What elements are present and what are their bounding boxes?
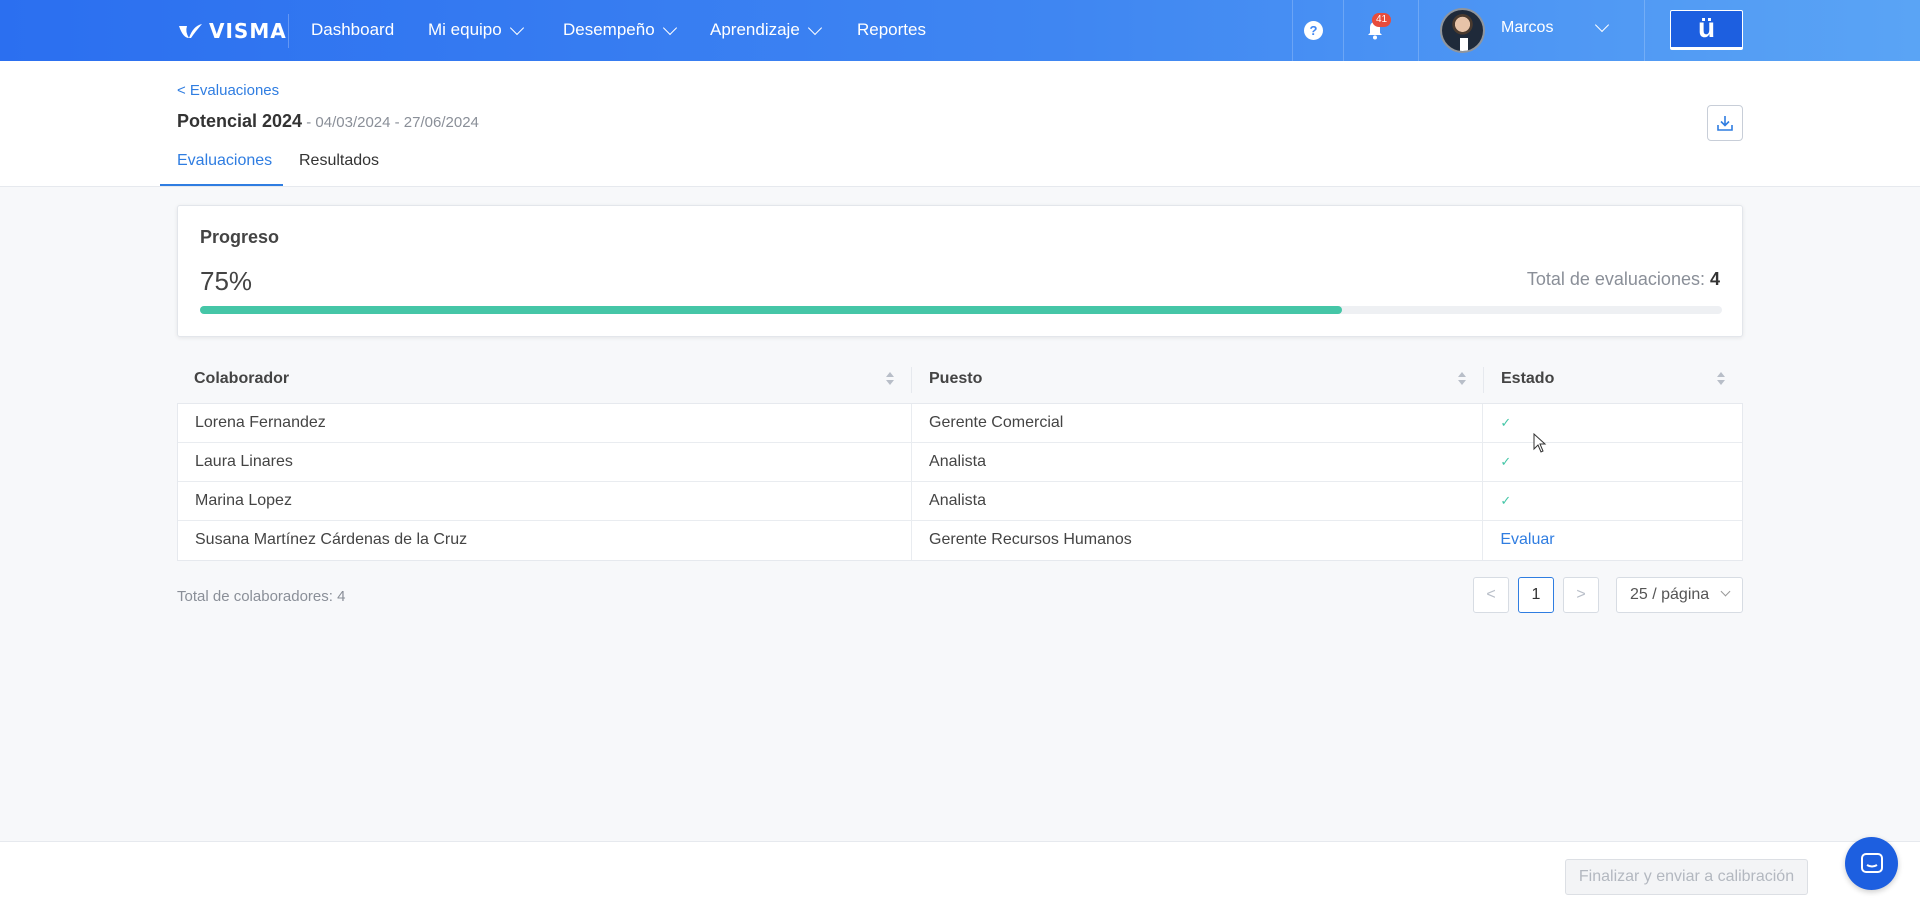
nav-desempeno[interactable]: Desempeño	[563, 20, 677, 40]
nav-divider	[1418, 0, 1419, 61]
table-body: Lorena Fernandez Gerente Comercial ✓ Lau…	[177, 403, 1743, 561]
evaluation-name: Potencial 2024	[177, 111, 303, 131]
download-icon	[1717, 116, 1733, 131]
cell-puesto: Gerente Comercial	[912, 404, 1484, 442]
active-tab-indicator	[160, 184, 283, 186]
cell-estado: ✓	[1483, 443, 1742, 481]
nav-dashboard-label: Dashboard	[311, 20, 395, 39]
table-row: Susana Martínez Cárdenas de la Cruz Gere…	[178, 521, 1742, 560]
finalize-button[interactable]: Finalizar y enviar a calibración	[1565, 859, 1808, 895]
nav-mi-equipo-label: Mi equipo	[428, 20, 502, 39]
help-icon[interactable]: ?	[1304, 21, 1323, 40]
column-header-label: Colaborador	[194, 370, 290, 387]
cell-estado: ✓	[1483, 404, 1742, 442]
column-header-colaborador[interactable]: Colaborador	[177, 357, 912, 403]
cell-puesto: Analista	[912, 443, 1484, 481]
total-evaluations-label: Total de evaluaciones:	[1526, 269, 1705, 289]
download-button[interactable]	[1707, 105, 1743, 141]
nav-divider	[1343, 0, 1344, 61]
total-evaluations: Total de evaluaciones: 4	[1527, 269, 1720, 290]
table-header: Colaborador Puesto Estado	[177, 357, 1743, 403]
page-footer: Finalizar y enviar a calibración	[0, 841, 1920, 910]
nav-desempeno-label: Desempeño	[563, 20, 655, 39]
chevron-down-icon	[509, 20, 524, 35]
mouse-cursor-icon	[1533, 433, 1547, 453]
nav-divider	[1292, 0, 1293, 61]
nav-aprendizaje[interactable]: Aprendizaje	[710, 20, 822, 40]
table-row: Laura Linares Analista ✓	[178, 443, 1742, 482]
cell-colaborador: Marina Lopez	[178, 482, 913, 520]
evaluations-table: Colaborador Puesto Estado Lorena Fernand…	[177, 357, 1743, 561]
progress-percent: 75%	[200, 266, 253, 296]
column-header-estado[interactable]: Estado	[1484, 357, 1743, 403]
cell-puesto: Gerente Recursos Humanos	[912, 521, 1484, 560]
evaluation-dates: - 04/03/2024 - 27/06/2024	[302, 114, 479, 131]
nav-dashboard[interactable]: Dashboard	[311, 20, 394, 40]
total-evaluations-value: 4	[1709, 269, 1720, 289]
cell-estado: Evaluar	[1483, 521, 1742, 560]
nav-mi-equipo[interactable]: Mi equipo	[428, 20, 524, 40]
pagination-page-1[interactable]: 1	[1518, 577, 1554, 613]
page-size-select[interactable]: 25 / página	[1616, 577, 1743, 613]
user-name[interactable]: Marcos	[1501, 19, 1553, 37]
progress-bar-track	[200, 306, 1722, 314]
check-icon: ✓	[1500, 454, 1512, 469]
visma-logo[interactable]: VISMA	[177, 19, 287, 43]
table-row: Marina Lopez Analista ✓	[178, 482, 1742, 521]
cell-colaborador: Susana Martínez Cárdenas de la Cruz	[178, 521, 913, 560]
nav-reportes[interactable]: Reportes	[857, 20, 926, 40]
nav-aprendizaje-label: Aprendizaje	[710, 20, 800, 39]
tab-resultados[interactable]: Resultados	[299, 152, 379, 170]
sort-icon[interactable]	[1717, 372, 1725, 386]
evaluar-link[interactable]: Evaluar	[1500, 531, 1554, 548]
progress-card: Progreso 75% Total de evaluaciones: 4	[177, 205, 1743, 337]
column-header-label: Estado	[1501, 370, 1555, 387]
check-icon: ✓	[1500, 493, 1512, 508]
back-link[interactable]: < Evaluaciones	[177, 82, 279, 99]
column-header-puesto[interactable]: Puesto	[912, 357, 1484, 403]
avatar[interactable]	[1440, 8, 1485, 53]
nav-reportes-label: Reportes	[857, 20, 926, 39]
page-header: < Evaluaciones Potencial 2024 - 04/03/20…	[0, 61, 1920, 187]
chevron-down-icon[interactable]	[1594, 17, 1610, 33]
notification-badge: 41	[1372, 13, 1392, 27]
cell-puesto: Analista	[912, 482, 1484, 520]
logo-text: VISMA	[209, 19, 287, 43]
chevron-down-icon	[807, 20, 822, 35]
chat-icon	[1860, 852, 1883, 873]
progress-bar-fill	[200, 306, 1342, 314]
progress-title: Progreso	[200, 227, 280, 247]
chevron-down-icon	[662, 20, 677, 35]
pagination-prev-button[interactable]: <	[1473, 577, 1509, 613]
top-navbar: VISMA Dashboard Mi equipo Desempeño Apre…	[0, 0, 1920, 61]
pagination-next-button[interactable]: >	[1563, 577, 1599, 613]
page-title: Potencial 2024 - 04/03/2024 - 27/06/2024	[177, 111, 479, 132]
tab-evaluaciones[interactable]: Evaluaciones	[177, 152, 272, 170]
total-colaboradores: Total de colaboradores: 4	[177, 588, 346, 605]
cell-colaborador: Laura Linares	[178, 443, 913, 481]
cell-estado: ✓	[1483, 482, 1742, 520]
visma-logo-icon	[179, 24, 202, 38]
sort-icon[interactable]	[886, 372, 894, 386]
column-header-label: Puesto	[929, 370, 983, 387]
sort-icon[interactable]	[1458, 372, 1466, 386]
check-icon: ✓	[1500, 415, 1512, 430]
chevron-down-icon	[1720, 586, 1731, 597]
page-size-value: 25 / página	[1630, 586, 1710, 603]
chat-button[interactable]	[1845, 837, 1898, 890]
table-row: Lorena Fernandez Gerente Comercial ✓	[178, 404, 1742, 443]
cell-colaborador: Lorena Fernandez	[178, 404, 913, 442]
app-switch-button[interactable]: ü	[1670, 10, 1743, 50]
nav-divider	[1644, 0, 1645, 61]
nav-divider	[288, 14, 289, 48]
